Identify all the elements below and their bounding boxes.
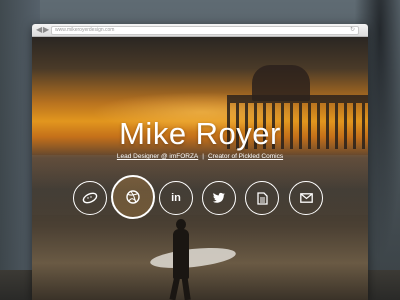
linkedin-icon: in (171, 192, 181, 204)
address-bar-url: www.mikeroyerdesign.com (55, 27, 115, 33)
back-arrow-icon[interactable]: ◀ (36, 25, 42, 35)
surfboard (149, 244, 237, 272)
page-title: Mike Royer (119, 115, 281, 151)
hero-section: Mike Royer Lead Designer @ imFORZA | Creat… (32, 37, 368, 300)
dribbble-link-button[interactable] (111, 175, 155, 219)
twitter-bird-icon (212, 192, 226, 204)
twitter-link-button[interactable] (202, 181, 236, 215)
browser-toolbar: ◀ ▶ www.mikeroyerdesign.com ↻ (32, 24, 368, 37)
pickle-link-button[interactable] (73, 181, 107, 215)
forward-arrow-icon[interactable]: ▶ (43, 25, 49, 35)
linkedin-link-button[interactable]: in (159, 181, 193, 215)
subtitle-separator: | (202, 153, 204, 160)
surfer-silhouette (173, 229, 189, 279)
reload-icon[interactable]: ↻ (350, 27, 355, 34)
browser-window: ◀ ▶ www.mikeroyerdesign.com ↻ Mike Royer… (32, 24, 368, 300)
address-bar[interactable]: www.mikeroyerdesign.com ↻ (51, 26, 359, 35)
subtitle: Lead Designer @ imFORZA | Creator of Pickl… (32, 152, 368, 161)
pier-deck (227, 95, 368, 103)
social-links: in (32, 175, 368, 219)
side-project-link[interactable]: Creator of Pickled Comics (208, 153, 283, 160)
pickle-icon (82, 192, 98, 204)
envelope-icon (299, 193, 313, 203)
resume-link-button[interactable] (245, 181, 279, 215)
document-icon (256, 191, 268, 205)
surfer-leg-right (181, 274, 191, 300)
surfer-leg-left (169, 274, 181, 300)
dribbble-icon (126, 190, 140, 204)
email-link-button[interactable] (289, 181, 323, 215)
role-link[interactable]: Lead Designer @ imFORZA (117, 153, 198, 160)
